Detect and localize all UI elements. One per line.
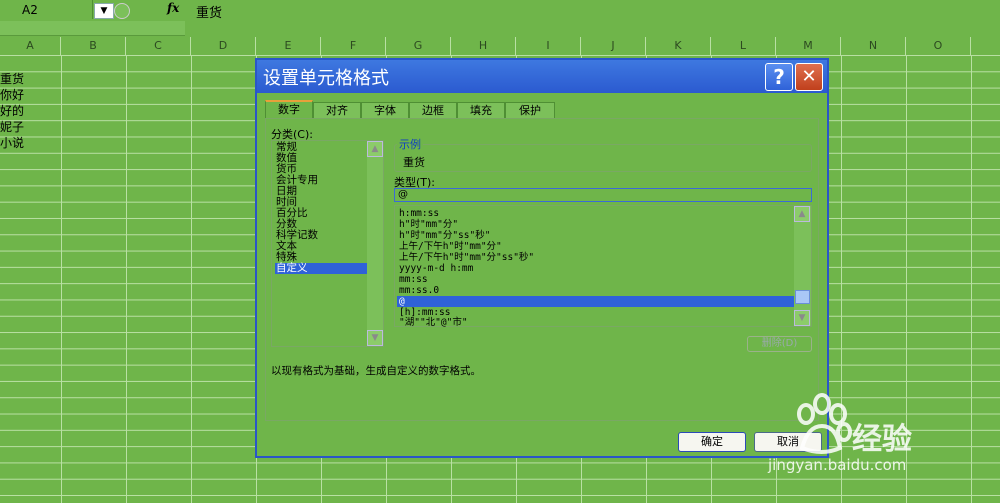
grid-line (126, 55, 127, 503)
column-header-n[interactable]: N (841, 37, 906, 55)
category-list[interactable]: 常规 数值 货币 会计专用 日期 时间 百分比 分数 科学记数 文本 特殊 自定… (271, 140, 384, 347)
type-list[interactable]: h:mm:ss h"时"mm"分" h"时"mm"分"ss"秒" 上午/下午h"… (394, 205, 812, 328)
sample-group (394, 144, 812, 172)
type-item[interactable]: h"时"mm"分" (397, 219, 795, 230)
scroll-up-icon[interactable]: ▲ (794, 206, 810, 222)
column-header-m[interactable]: M (776, 37, 841, 55)
name-box-value[interactable]: A2 (22, 3, 38, 17)
name-box[interactable]: A2 (0, 0, 93, 19)
cell-a4[interactable]: 好的 (0, 103, 24, 119)
scroll-thumb[interactable] (795, 290, 810, 304)
sample-value: 重货 (403, 156, 425, 169)
dialog-title: 设置单元格格式 (263, 68, 389, 89)
column-header-l[interactable]: L (711, 37, 776, 55)
cell-a6[interactable]: 小说 (0, 135, 24, 151)
scroll-down-icon[interactable]: ▼ (794, 310, 810, 326)
column-header-c[interactable]: C (126, 37, 191, 55)
column-header-g[interactable]: G (386, 37, 451, 55)
type-item[interactable]: 上午/下午h"时"mm"分"ss"秒" (397, 252, 795, 263)
column-header-i[interactable]: I (516, 37, 581, 55)
formula-bar: A2 ▼ fx 重货 (0, 0, 1000, 21)
column-header-h[interactable]: H (451, 37, 516, 55)
column-header-b[interactable]: B (61, 37, 126, 55)
sample-label: 示例 (397, 136, 423, 152)
column-header-k[interactable]: K (646, 37, 711, 55)
formula-bar-strip (0, 21, 185, 36)
category-item-selected[interactable]: 自定义 (275, 263, 367, 274)
cell-a2[interactable]: 重货 (0, 71, 24, 87)
help-button[interactable]: ? (765, 63, 793, 91)
baidu-paw-icon (797, 393, 852, 454)
cell-a3[interactable]: 你好 (0, 87, 24, 103)
type-item-selected[interactable]: @ (397, 296, 795, 307)
formula-input[interactable]: 重货 (196, 2, 222, 21)
close-button[interactable]: ✕ (795, 63, 823, 91)
column-header-a[interactable]: A (0, 37, 61, 55)
tab-alignment[interactable]: 对齐 (313, 102, 361, 118)
watermark: 经验 jingyan.baidu.com (768, 392, 1000, 503)
watermark-logo-text: 经验 (852, 422, 912, 457)
grid-line (61, 55, 62, 503)
type-item[interactable]: h"时"mm"分"ss"秒" (397, 230, 795, 241)
column-header-row: A B C D E F G H I J K L M N O (0, 37, 1000, 56)
scroll-down-icon[interactable]: ▼ (367, 330, 383, 346)
format-cells-dialog: 设置单元格格式 ? ✕ 数字 对齐 字体 边框 填充 保护 分类(C): 常规 … (255, 58, 829, 458)
column-header-f[interactable]: F (321, 37, 386, 55)
ok-button[interactable]: 确定 (678, 432, 746, 452)
category-scrollbar[interactable]: ▲ ▼ (367, 141, 383, 346)
dialog-title-bar[interactable]: 设置单元格格式 ? ✕ (257, 60, 827, 93)
column-header-e[interactable]: E (256, 37, 321, 55)
description-text: 以现有格式为基础，生成自定义的数字格式。 (271, 365, 481, 377)
type-item[interactable]: "湖""北"@"市" (397, 317, 795, 328)
tab-protection[interactable]: 保护 (505, 102, 555, 118)
grid-line (191, 55, 192, 503)
tab-fill[interactable]: 填充 (457, 102, 505, 118)
cell-a5[interactable]: 妮子 (0, 119, 24, 135)
type-scrollbar[interactable]: ▲ ▼ (794, 206, 811, 326)
type-item[interactable]: yyyy-m-d h:mm (397, 263, 795, 274)
watermark-url: jingyan.baidu.com (768, 456, 907, 474)
tab-number[interactable]: 数字 (265, 100, 313, 119)
type-input[interactable]: @ (394, 188, 812, 202)
formula-bar-separator (114, 3, 130, 19)
tab-font[interactable]: 字体 (361, 102, 409, 118)
column-header-j[interactable]: J (581, 37, 646, 55)
type-item[interactable]: h:mm:ss (397, 208, 795, 219)
type-item[interactable]: mm:ss.0 (397, 285, 795, 296)
name-box-dropdown-icon[interactable]: ▼ (94, 3, 114, 19)
tab-border[interactable]: 边框 (409, 102, 457, 118)
type-item[interactable]: 上午/下午h"时"mm"分" (397, 241, 795, 252)
insert-function-icon[interactable]: fx (167, 1, 179, 15)
scroll-up-icon[interactable]: ▲ (367, 141, 383, 157)
delete-button[interactable]: 删除(D) (747, 336, 812, 352)
column-header-d[interactable]: D (191, 37, 256, 55)
type-item[interactable]: mm:ss (397, 274, 795, 285)
column-header-o[interactable]: O (906, 37, 971, 55)
